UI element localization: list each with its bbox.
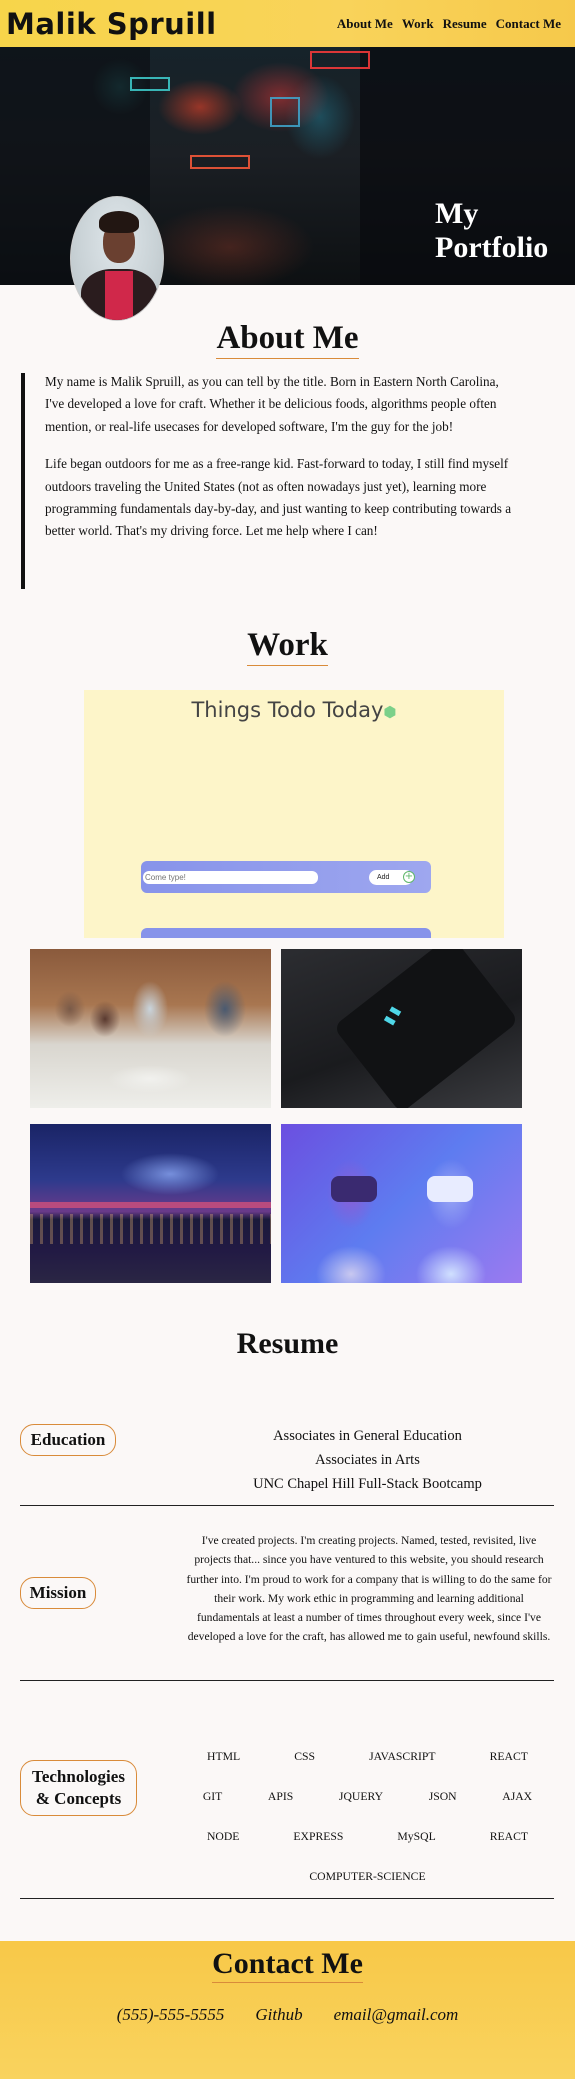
site-header: Malik Spruill About Me Work Resume Conta… [0, 0, 575, 47]
about-title-text: About Me [216, 320, 359, 359]
todo-app-preview[interactable]: Things Todo Today⬢ Add + [84, 690, 504, 938]
tech-item: CSS [294, 1750, 316, 1763]
plus-icon[interactable]: + [403, 871, 415, 883]
vr-headset-left [331, 1176, 377, 1202]
hero-title: My Portfolio [435, 197, 565, 265]
work-section-title: Work [0, 627, 575, 666]
main-nav: About Me Work Resume Contact Me [337, 16, 561, 32]
contact-email-link[interactable]: email@gmail.com [334, 2005, 459, 2025]
education-label: Education [20, 1424, 116, 1456]
work-image-smartphone[interactable]: ▮▮ [281, 949, 522, 1108]
work-image-team-meeting[interactable] [30, 949, 271, 1108]
vr-headset-right [427, 1176, 473, 1202]
about-accent-bar [21, 373, 25, 589]
education-item: Associates in General Education [273, 1428, 462, 1444]
about-section-title: About Me [0, 320, 575, 359]
tech-item: AJAX [502, 1790, 533, 1803]
tech-item: NODE [206, 1830, 240, 1843]
tech-item: JQUERY [338, 1790, 384, 1803]
contact-github-link[interactable]: Github [255, 2005, 302, 2025]
about-paragraph: My name is Malik Spruill, as you can tel… [45, 374, 499, 434]
todo-input-bar: Add + [141, 861, 431, 893]
section-divider [20, 1680, 554, 1681]
tech-item: MySQL [397, 1830, 436, 1843]
tech-item: COMPUTER-SCIENCE [309, 1870, 426, 1883]
contact-footer: Contact Me (555)-555-5555 Github email@g… [0, 1941, 575, 2079]
hero-neon-sign [190, 155, 250, 169]
education-item: Associates in Arts [315, 1452, 420, 1468]
cube-icon: ⬢ [383, 703, 397, 721]
about-paragraph: Life began outdoors for me as a free-ran… [45, 456, 512, 539]
tech-item: REACT [489, 1750, 528, 1763]
technologies-row: GIT APIS JQUERY JSON AJAX [180, 1777, 555, 1817]
section-divider [20, 1898, 554, 1899]
contact-links: (555)-555-5555 Github email@gmail.com [0, 2005, 575, 2025]
tech-item: HTML [207, 1750, 241, 1763]
technologies-row: COMPUTER-SCIENCE [180, 1857, 555, 1897]
technologies-row: HTML CSS JAVASCRIPT REACT [180, 1737, 555, 1777]
todo-title: Things Todo Today⬢ [84, 698, 504, 722]
nav-link-work[interactable]: Work [402, 16, 434, 32]
contact-title-text: Contact Me [212, 1947, 363, 1983]
technologies-row: NODE EXPRESS MySQL REACT [180, 1817, 555, 1857]
education-list: Associates in General Education Associat… [220, 1424, 515, 1496]
tech-item: JSON [428, 1790, 457, 1803]
avatar-shirt [105, 271, 133, 320]
work-image-city-bridge[interactable] [30, 1124, 271, 1283]
section-divider [20, 1505, 554, 1506]
work-image-vr-headsets[interactable] [281, 1124, 522, 1283]
tech-item: APIS [267, 1790, 294, 1803]
hero-neon-sign [130, 77, 170, 91]
hero-neon-sign [270, 97, 300, 127]
mission-text: I've created projects. I'm creating proj… [186, 1534, 552, 1644]
resume-section-title: Resume [236, 1327, 339, 1360]
technologies-label-line: & Concepts [35, 1789, 122, 1808]
profile-avatar [70, 196, 164, 321]
contact-section-title: Contact Me [0, 1947, 575, 1983]
contact-phone-link[interactable]: (555)-555-5555 [117, 2005, 225, 2025]
technologies-list: HTML CSS JAVASCRIPT REACT GIT APIS JQUER… [180, 1737, 555, 1897]
mission-label: Mission [20, 1577, 96, 1609]
bridge-span [30, 1202, 271, 1208]
tech-item: JAVASCRIPT [369, 1750, 436, 1763]
avatar-hair [99, 211, 139, 233]
work-title-text: Work [247, 627, 328, 666]
about-text: My name is Malik Spruill, as you can tel… [45, 371, 515, 543]
technologies-label: Technologies & Concepts [20, 1760, 137, 1816]
todo-input[interactable] [143, 871, 318, 884]
city-lights [30, 1214, 271, 1244]
hero-neon-sign [310, 51, 370, 69]
tech-item: GIT [202, 1790, 223, 1803]
technologies-label-line: Technologies [32, 1767, 125, 1786]
tech-item: REACT [489, 1830, 529, 1843]
todo-list-bar [141, 928, 431, 938]
nav-link-resume[interactable]: Resume [443, 16, 487, 32]
site-brand[interactable]: Malik Spruill [6, 7, 217, 41]
nav-link-about[interactable]: About Me [337, 16, 393, 32]
hero-title-line: Portfolio [435, 231, 549, 264]
hero-title-line: My [435, 197, 479, 230]
phone-device [333, 949, 519, 1108]
tech-item: EXPRESS [293, 1830, 344, 1843]
education-item: UNC Chapel Hill Full-Stack Bootcamp [253, 1476, 482, 1492]
nav-link-contact[interactable]: Contact Me [496, 16, 561, 32]
todo-title-text: Things Todo Today [191, 698, 384, 722]
